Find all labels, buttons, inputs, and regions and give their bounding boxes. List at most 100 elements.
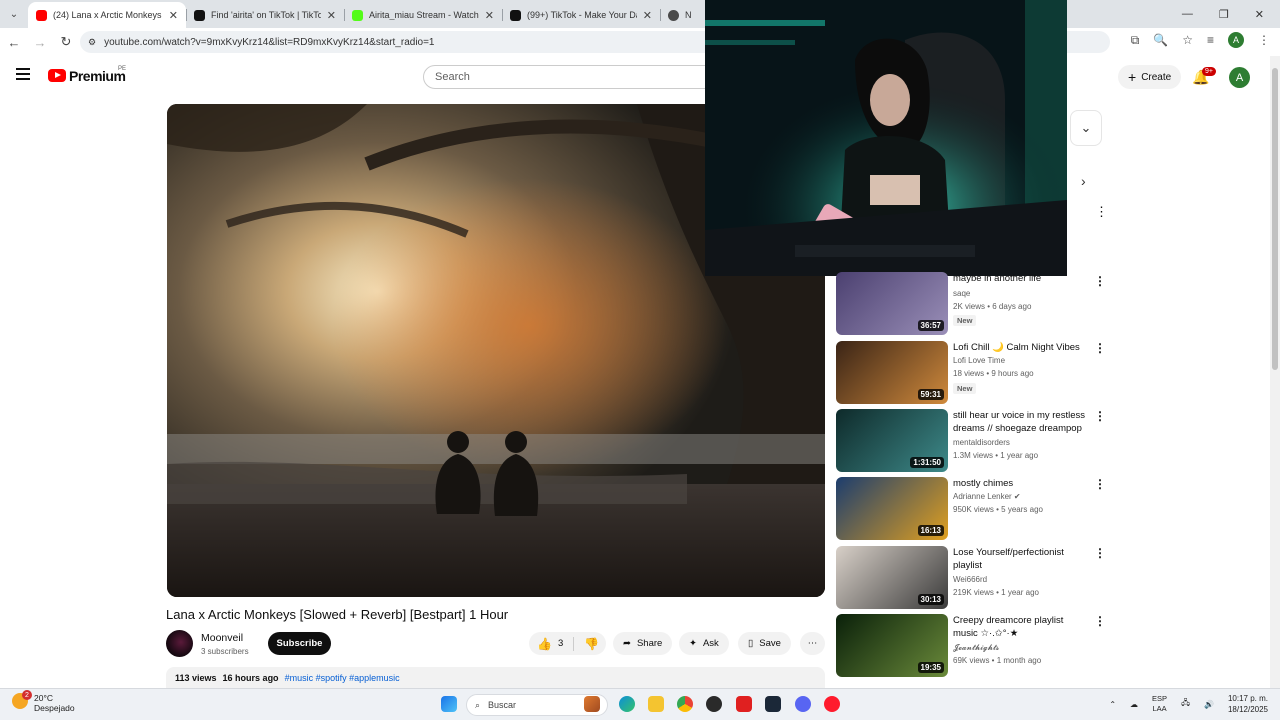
browser-profile-avatar[interactable]: A: [1228, 32, 1244, 48]
recommendation-item[interactable]: 1:31:50 still hear ur voice in my restle…: [836, 409, 1106, 473]
windows-start-icon[interactable]: [441, 696, 457, 712]
youtube-premium-wordmark[interactable]: Premium: [69, 68, 126, 84]
subscriber-count: 3 subscribers: [201, 647, 249, 656]
thumbs-up-icon[interactable]: 👍: [537, 637, 552, 651]
kebab-menu-icon[interactable]: ⋮: [1094, 341, 1106, 355]
rec-channel[interactable]: 𝓙𝓮𝓪𝓷𝓽𝓱𝓲𝓰𝓱𝓽𝓼: [953, 643, 999, 653]
tab-close-icon[interactable]: ✕: [485, 9, 494, 22]
kebab-menu-icon[interactable]: ⋮: [1094, 409, 1106, 423]
back-arrow-icon[interactable]: ←: [2, 35, 26, 50]
playlist-more-icon[interactable]: ⋮: [1095, 204, 1108, 220]
obs-icon[interactable]: [706, 696, 722, 712]
translate-icon[interactable]: ⧉: [1131, 33, 1140, 48]
rec-title[interactable]: still hear ur voice in my restless dream…: [953, 409, 1089, 435]
rec-title[interactable]: Lofi Chill 🌙 Calm Night Vibes: [953, 341, 1089, 354]
minimize-icon[interactable]: —: [1182, 8, 1193, 20]
rec-channel[interactable]: Wei666rd: [953, 575, 987, 584]
tab-close-icon[interactable]: ✕: [169, 9, 178, 22]
like-count: 3: [557, 638, 564, 649]
rec-title[interactable]: maybe in another life: [953, 272, 1089, 285]
hashtags[interactable]: #music #spotify #applemusic: [285, 673, 400, 683]
recommendation-item[interactable]: 19:35 Creepy dreamcore playlist music ☆·…: [836, 614, 1106, 678]
video-thumbnail[interactable]: 19:35: [836, 614, 948, 677]
tab-youtube[interactable]: (24) Lana x Arctic Monkeys [Slo ✕: [28, 2, 186, 28]
filter-chips-expand-chevron-icon[interactable]: ⌄: [1070, 110, 1102, 146]
zoom-icon[interactable]: 🔍: [1153, 33, 1168, 47]
forward-arrow-icon[interactable]: →: [28, 35, 52, 50]
video-thumbnail[interactable]: 16:13: [836, 477, 948, 540]
recommendation-item[interactable]: 16:13 mostly chimes Adrianne Lenker ✔ 95…: [836, 477, 1106, 541]
new-badge: New: [953, 315, 977, 326]
volume-icon[interactable]: 🔊: [1204, 700, 1214, 709]
ask-button[interactable]: ✦ Ask: [679, 632, 729, 655]
like-dislike-group: 👍 3 👎: [529, 632, 606, 655]
search-input[interactable]: Search: [423, 65, 723, 89]
tab-new[interactable]: Nueva: [660, 2, 700, 28]
kebab-menu-icon[interactable]: ⋮: [1094, 546, 1106, 560]
site-info-icon[interactable]: ⚙: [88, 37, 96, 48]
share-button[interactable]: ➦ Share: [613, 632, 673, 655]
steam-icon[interactable]: [765, 696, 781, 712]
chrome-icon[interactable]: [677, 696, 693, 712]
account-avatar[interactable]: A: [1229, 67, 1250, 88]
cloud-icon[interactable]: ☁: [1130, 700, 1138, 709]
video-thumbnail[interactable]: 1:31:50: [836, 409, 948, 472]
media-app-icon[interactable]: [736, 696, 752, 712]
browser-tab-bar: ⌄ (24) Lana x Arctic Monkeys [Slo ✕ Find…: [0, 0, 1280, 28]
recommendation-item[interactable]: 59:31 Lofi Chill 🌙 Calm Night Vibes Lofi…: [836, 341, 1106, 405]
rec-channel[interactable]: Lofi Love Time: [953, 356, 1005, 365]
reading-list-icon[interactable]: ≡: [1207, 33, 1214, 47]
recommendation-item[interactable]: 30:13 Lose Yourself/perfectionist playli…: [836, 546, 1106, 610]
rec-title[interactable]: mostly chimes: [953, 477, 1089, 490]
rec-channel[interactable]: mentaldisorders: [953, 438, 1010, 447]
weather-widget[interactable]: 2 20°C Despejado: [12, 690, 75, 713]
menu-hamburger-icon[interactable]: [16, 68, 30, 80]
scrollbar-thumb[interactable]: [1272, 68, 1278, 370]
youtube-favicon-icon: [36, 9, 47, 21]
network-icon[interactable]: 🖧: [1181, 697, 1190, 711]
tray-chevron-up-icon[interactable]: ⌃: [1109, 700, 1116, 709]
bookmark-star-icon[interactable]: ☆: [1182, 33, 1193, 47]
kebab-menu-icon[interactable]: ⋮: [1094, 477, 1106, 491]
maximize-icon[interactable]: ❐: [1219, 8, 1229, 21]
chips-next-arrow-icon[interactable]: ›: [1081, 173, 1086, 189]
rec-title[interactable]: Lose Yourself/perfectionist playlist: [953, 546, 1089, 572]
youtube-logo-icon[interactable]: [48, 69, 66, 82]
kebab-menu-icon[interactable]: ⋮: [1094, 274, 1106, 288]
tab-kick-stream[interactable]: Airita_miau Stream - Watch Liv ✕: [344, 2, 502, 28]
tab-close-icon[interactable]: ✕: [327, 9, 336, 22]
video-thumbnail[interactable]: 36:57: [836, 272, 948, 335]
tab-close-icon[interactable]: ✕: [643, 9, 652, 22]
thumbs-down-icon[interactable]: 👎: [584, 637, 599, 651]
tab-search-chevron-icon[interactable]: ⌄: [0, 0, 28, 28]
discord-icon[interactable]: [795, 696, 811, 712]
rec-channel[interactable]: Adrianne Lenker ✔: [953, 492, 1021, 501]
create-button[interactable]: + Create: [1118, 65, 1182, 89]
clock[interactable]: 10:17 p. m. 18/12/2025: [1228, 693, 1268, 715]
browser-menu-icon[interactable]: ⋮: [1258, 33, 1270, 47]
description-box[interactable]: 113 views 16 hours ago #music #spotify #…: [166, 667, 825, 689]
tab-tiktok[interactable]: (99+) TikTok - Make Your Day ✕: [502, 2, 660, 28]
rec-channel[interactable]: saqe: [953, 289, 970, 298]
search-highlight-icon[interactable]: [584, 696, 600, 712]
recommendation-item[interactable]: 36:57 maybe in another life saqe 2K view…: [836, 272, 1106, 336]
subscribe-button[interactable]: Subscribe: [268, 632, 331, 655]
sun-weather-icon: 2: [12, 690, 32, 709]
close-window-icon[interactable]: ✕: [1255, 8, 1264, 21]
opera-icon[interactable]: [824, 696, 840, 712]
rec-title[interactable]: Creepy dreamcore playlist music ☆·.✩°·★: [953, 614, 1089, 640]
video-thumbnail[interactable]: 59:31: [836, 341, 948, 404]
save-button[interactable]: ▯ Save: [738, 632, 791, 655]
tab-tiktok-search[interactable]: Find 'airita' on TikTok | TikTok S ✕: [186, 2, 344, 28]
page-scrollbar[interactable]: [1270, 56, 1280, 688]
edge-browser-icon[interactable]: [619, 696, 635, 712]
channel-name[interactable]: Moonveil: [201, 632, 243, 644]
video-thumbnail[interactable]: 30:13: [836, 546, 948, 609]
webcam-streamer-feed: [705, 0, 1067, 276]
file-explorer-icon[interactable]: [648, 696, 664, 712]
channel-avatar[interactable]: [166, 630, 193, 657]
more-actions-button[interactable]: ⋯: [800, 632, 825, 655]
kebab-menu-icon[interactable]: ⋮: [1094, 614, 1106, 628]
reload-icon[interactable]: ↻: [54, 34, 78, 50]
language-indicator[interactable]: ESP LAA: [1152, 694, 1167, 714]
